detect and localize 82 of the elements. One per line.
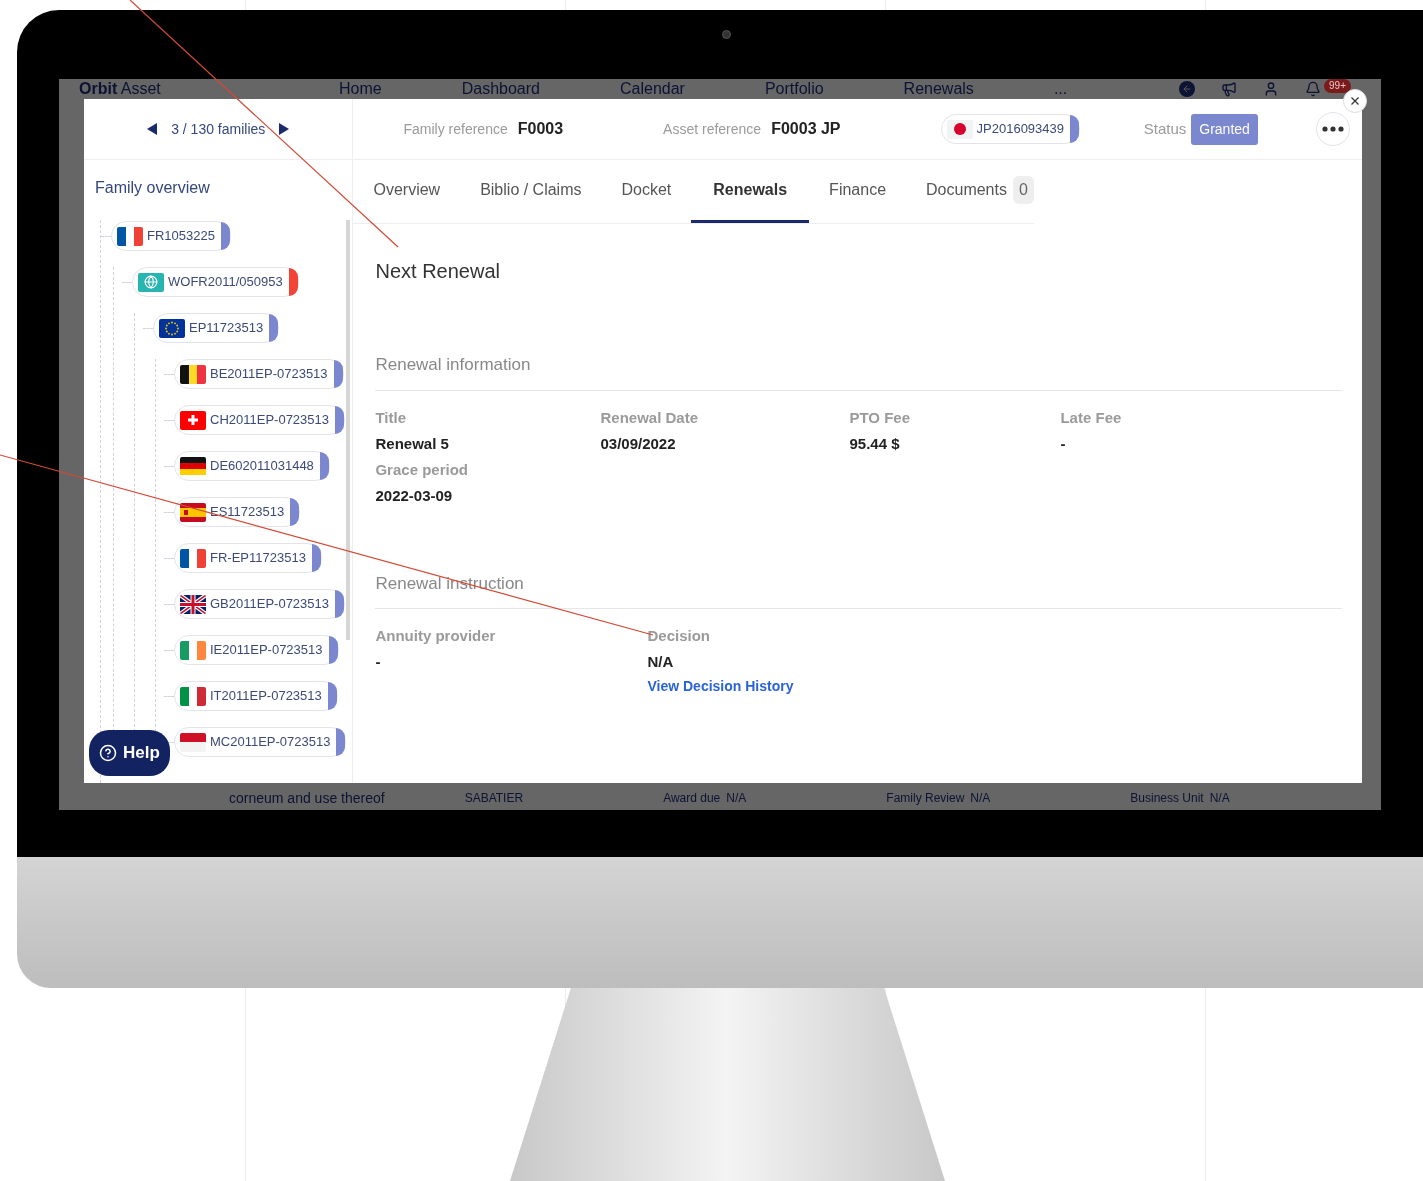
flag-icon: [180, 364, 206, 384]
field-label: Late Fee: [1060, 407, 1123, 428]
field-label: Grace period: [375, 459, 469, 480]
field-label: Renewal Date: [600, 407, 699, 428]
flag-icon: [180, 456, 206, 476]
field-value: N/A: [726, 790, 747, 807]
patent-chip[interactable]: JP2016093439: [940, 114, 1081, 144]
field-value: Renewal 5: [375, 433, 450, 454]
user-icon[interactable]: [1263, 81, 1279, 97]
flag-icon: [946, 119, 973, 139]
help-button[interactable]: Help: [89, 730, 170, 776]
flag-icon: [117, 226, 143, 246]
owner-name: SABATIER: [464, 790, 524, 807]
field-value: 03/09/2022: [600, 433, 677, 454]
patent-chip[interactable]: DE602011031448: [174, 451, 330, 481]
field-label: PTO Fee: [849, 407, 912, 428]
megaphone-icon[interactable]: [1221, 81, 1237, 97]
field-label: Decision: [647, 626, 711, 646]
flag-icon: [180, 686, 206, 706]
previous-button[interactable]: [147, 123, 158, 135]
section-heading: Next Renewal: [375, 259, 501, 284]
pager-text: 3 / 130 families: [171, 119, 266, 139]
patent-chip[interactable]: IT2011EP-0723513: [174, 681, 338, 711]
field-label: Family Review: [886, 790, 965, 807]
flag-icon: [180, 410, 206, 430]
eu-flag-icon: [159, 318, 185, 338]
bell-icon[interactable]: [1305, 81, 1321, 97]
scrollbar[interactable]: [346, 220, 351, 640]
field-value: -: [375, 652, 382, 672]
patent-chip[interactable]: GB2011EP-0723513: [174, 589, 346, 619]
close-icon: [1351, 97, 1359, 105]
field-value: F0003 JP: [771, 119, 841, 139]
flag-icon: [180, 594, 206, 614]
field-label: Status: [1143, 118, 1187, 139]
patent-chip[interactable]: IE2011EP-0723513: [174, 635, 339, 665]
field-value: 2022-03-09: [375, 485, 454, 506]
field-label: Award due: [663, 790, 721, 807]
tab[interactable]: Finance: [829, 160, 887, 223]
field-value: F0003: [517, 119, 564, 139]
tab[interactable]: Renewals: [691, 160, 810, 223]
field-label: Asset reference: [663, 119, 762, 139]
field-value: N/A: [970, 790, 991, 807]
count-badge: 0: [1012, 176, 1034, 204]
tab[interactable]: Overview: [373, 160, 441, 223]
view-decision-history-link[interactable]: View Decision History: [647, 675, 1342, 697]
asset-title: corneum and use thereof: [229, 788, 385, 808]
flag-icon: [180, 732, 206, 752]
tab[interactable]: Documents 0: [926, 160, 1034, 223]
next-button[interactable]: [279, 123, 290, 135]
field-label: Title: [375, 407, 408, 428]
status-badge: Granted: [1191, 113, 1258, 145]
tab[interactable]: Biblio / Claims: [480, 160, 582, 223]
flag-icon: [180, 502, 206, 522]
sidebar-title: Family overview: [94, 178, 211, 198]
patent-chip[interactable]: CH2011EP-0723513: [174, 405, 345, 435]
globe-icon: [138, 272, 164, 292]
field-label: Family reference: [403, 119, 508, 139]
camera-icon: [722, 30, 731, 39]
patent-chip[interactable]: FR-EP11723513: [174, 543, 322, 573]
notification-badge: 99+: [1324, 79, 1351, 93]
field-label: Annuity provider: [375, 626, 497, 646]
flag-icon: [180, 640, 206, 660]
patent-chip[interactable]: BE2011EP-0723513: [174, 359, 344, 389]
patent-chip[interactable]: FR1053225: [111, 221, 231, 251]
patent-chip[interactable]: WOFR2011/050953: [132, 267, 299, 297]
field-value: N/A: [1209, 790, 1230, 807]
tab[interactable]: Docket: [621, 160, 672, 223]
app-logo: Orbit Asset: [79, 81, 162, 97]
patent-chip[interactable]: MC2011EP-0723513: [174, 727, 347, 757]
field-label: Business Unit: [1130, 790, 1204, 807]
more-button[interactable]: [1315, 112, 1350, 146]
patent-chip[interactable]: ES11723513: [174, 497, 301, 527]
more-icon: [1321, 126, 1344, 132]
close-button[interactable]: [1343, 89, 1367, 113]
back-icon[interactable]: [1179, 81, 1195, 97]
field-value: N/A: [647, 652, 675, 672]
section-title: Renewal information: [375, 352, 1342, 391]
field-value: -: [1060, 433, 1067, 454]
patent-chip[interactable]: EP11723513: [153, 313, 280, 343]
flag-icon: [180, 548, 206, 568]
field-value: 95.44 $: [849, 433, 901, 454]
help-icon: [99, 744, 117, 762]
